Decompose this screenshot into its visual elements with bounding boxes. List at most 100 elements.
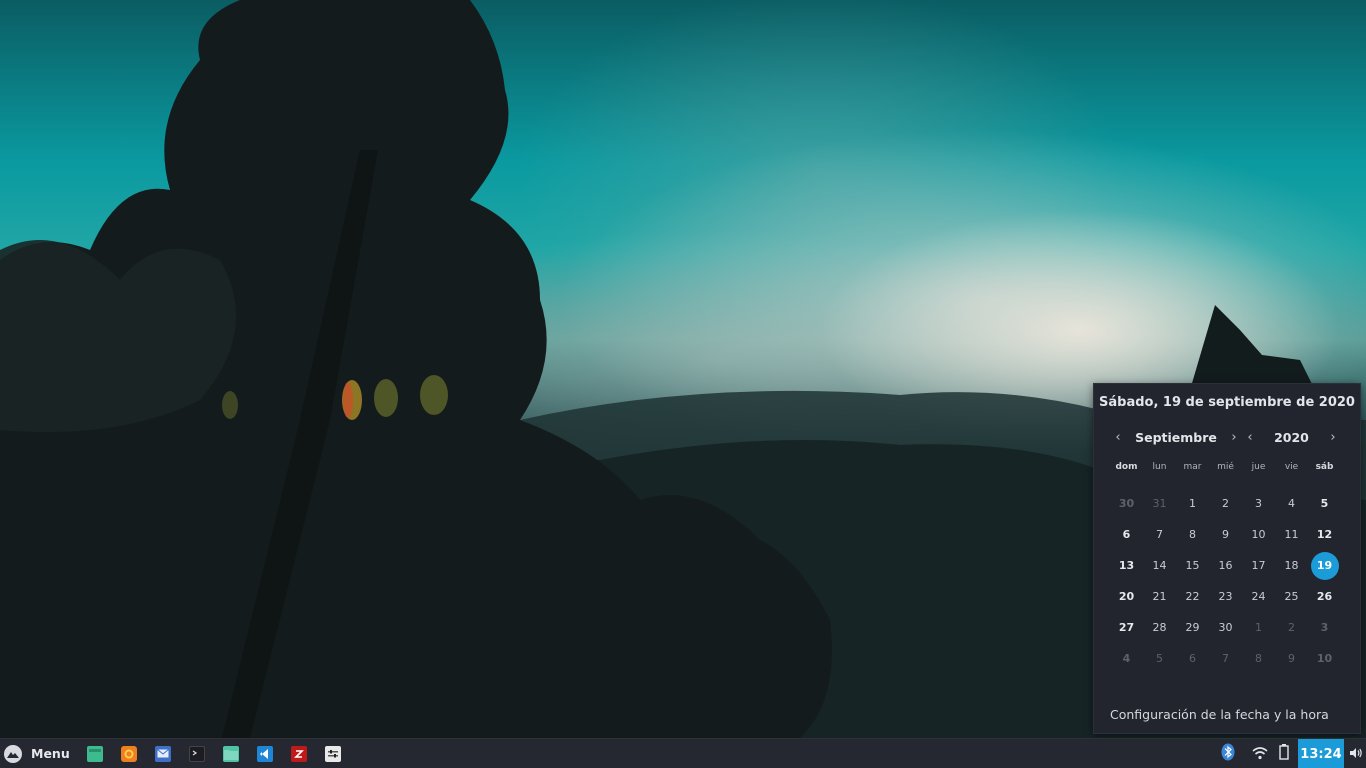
calendar-day[interactable]: 16: [1209, 550, 1242, 581]
date-time-settings-link[interactable]: Configuración de la fecha y la hora: [1110, 707, 1329, 722]
mail-icon: [154, 745, 171, 762]
calendar-day[interactable]: 12: [1308, 519, 1341, 550]
calendar-day[interactable]: 4: [1275, 488, 1308, 519]
calendar-day[interactable]: 7: [1209, 643, 1242, 674]
vscode-icon: [256, 745, 273, 762]
calendar-day[interactable]: 17: [1242, 550, 1275, 581]
firefox-launcher[interactable]: [112, 739, 146, 768]
calendar-day[interactable]: 10: [1308, 643, 1341, 674]
calendar-day[interactable]: 20: [1110, 581, 1143, 612]
mountain-logo-icon: [4, 744, 22, 763]
clock-button[interactable]: 13:24: [1298, 739, 1344, 768]
calendar-grid: dom lun mar mié jue vie sáb 30 31 1 2 3 …: [1110, 458, 1341, 674]
settings-launcher[interactable]: [316, 739, 350, 768]
wifi-button[interactable]: [1248, 739, 1272, 768]
filezilla-icon: [290, 745, 307, 762]
bluetooth-icon: [1221, 743, 1235, 765]
calendar-popup: Sábado, 19 de septiembre de 2020 ‹ Septi…: [1093, 383, 1361, 734]
calendar-day[interactable]: 29: [1176, 612, 1209, 643]
battery-icon: [1279, 744, 1289, 764]
files-launcher[interactable]: [214, 739, 248, 768]
weekday-header: mié: [1217, 462, 1234, 472]
weekday-header: sáb: [1315, 462, 1334, 472]
calendar-day[interactable]: 6: [1176, 643, 1209, 674]
calendar-day[interactable]: 8: [1176, 519, 1209, 550]
calendar-day[interactable]: 2: [1209, 488, 1242, 519]
desktop-launcher[interactable]: [78, 739, 112, 768]
calendar-week: 27 28 29 30 1 2 3: [1110, 612, 1341, 643]
mail-launcher[interactable]: [146, 739, 180, 768]
files-icon: [222, 745, 239, 762]
calendar-day-today[interactable]: 19: [1308, 550, 1341, 581]
calendar-day[interactable]: 18: [1275, 550, 1308, 581]
filezilla-launcher[interactable]: [282, 739, 316, 768]
vscode-launcher[interactable]: [248, 739, 282, 768]
calendar-day[interactable]: 9: [1275, 643, 1308, 674]
year-navigator: ‹ 2020 ›: [1241, 428, 1342, 446]
calendar-full-date: Sábado, 19 de septiembre de 2020: [1099, 395, 1355, 410]
year-label: 2020: [1274, 429, 1309, 445]
weekday-header: mar: [1183, 462, 1202, 472]
calendar-day[interactable]: 13: [1110, 550, 1143, 581]
calendar-week: 4 5 6 7 8 9 10: [1110, 643, 1341, 674]
calendar-week: 30 31 1 2 3 4 5: [1110, 488, 1341, 519]
firefox-icon: [120, 745, 137, 762]
terminal-icon: [188, 745, 205, 762]
menu-button[interactable]: Menu: [0, 739, 70, 768]
calendar-day[interactable]: 26: [1308, 581, 1341, 612]
terminal-launcher[interactable]: [180, 739, 214, 768]
month-navigator: ‹ Septiembre ›: [1109, 428, 1243, 446]
weekday-header: vie: [1284, 462, 1299, 472]
next-year-button[interactable]: ›: [1324, 428, 1342, 446]
calendar-day[interactable]: 28: [1143, 612, 1176, 643]
calendar-day[interactable]: 25: [1275, 581, 1308, 612]
today-marker: 19: [1310, 551, 1339, 580]
calendar-day[interactable]: 4: [1110, 643, 1143, 674]
calendar-week: 13 14 15 16 17 18 19: [1110, 550, 1341, 581]
system-tray: 13:24: [1216, 739, 1366, 768]
calendar-day[interactable]: 24: [1242, 581, 1275, 612]
calendar-day[interactable]: 30: [1209, 612, 1242, 643]
calendar-day[interactable]: 30: [1110, 488, 1143, 519]
wifi-icon: [1252, 745, 1268, 764]
calendar-day[interactable]: 3: [1242, 488, 1275, 519]
calendar-day[interactable]: 7: [1143, 519, 1176, 550]
calendar-day[interactable]: 22: [1176, 581, 1209, 612]
weekday-header: lun: [1152, 462, 1167, 472]
calendar-day[interactable]: 3: [1308, 612, 1341, 643]
calendar-day[interactable]: 1: [1242, 612, 1275, 643]
calendar-day[interactable]: 8: [1242, 643, 1275, 674]
previous-month-button[interactable]: ‹: [1109, 428, 1127, 446]
calendar-day[interactable]: 15: [1176, 550, 1209, 581]
weekday-header: jue: [1251, 462, 1266, 472]
calendar-day[interactable]: 5: [1308, 488, 1341, 519]
tray-spacer: [1240, 739, 1248, 768]
volume-button[interactable]: [1346, 739, 1366, 768]
month-label: Septiembre: [1135, 429, 1217, 445]
volume-icon: [1349, 745, 1363, 764]
calendar-day[interactable]: 27: [1110, 612, 1143, 643]
calendar-day[interactable]: 5: [1143, 643, 1176, 674]
calendar-day[interactable]: 23: [1209, 581, 1242, 612]
calendar-day[interactable]: 21: [1143, 581, 1176, 612]
bottom-panel: Menu 13:24: [0, 738, 1366, 768]
bluetooth-button[interactable]: [1216, 739, 1240, 768]
calendar-day[interactable]: 14: [1143, 550, 1176, 581]
calendar-day[interactable]: 11: [1275, 519, 1308, 550]
weekday-header: dom: [1115, 462, 1138, 472]
panel-launchers: [78, 739, 350, 768]
desktop-icon: [86, 745, 103, 762]
calendar-day[interactable]: 1: [1176, 488, 1209, 519]
calendar-day[interactable]: 31: [1143, 488, 1176, 519]
previous-year-button[interactable]: ‹: [1241, 428, 1259, 446]
calendar-day[interactable]: 2: [1275, 612, 1308, 643]
calendar-day[interactable]: 6: [1110, 519, 1143, 550]
settings-icon: [324, 745, 341, 762]
menu-label: Menu: [31, 746, 70, 761]
calendar-day[interactable]: 10: [1242, 519, 1275, 550]
battery-button[interactable]: [1272, 739, 1296, 768]
weekday-header-row: dom lun mar mié jue vie sáb: [1110, 458, 1341, 476]
calendar-day[interactable]: 9: [1209, 519, 1242, 550]
calendar-week: 20 21 22 23 24 25 26: [1110, 581, 1341, 612]
calendar-week: 6 7 8 9 10 11 12: [1110, 519, 1341, 550]
